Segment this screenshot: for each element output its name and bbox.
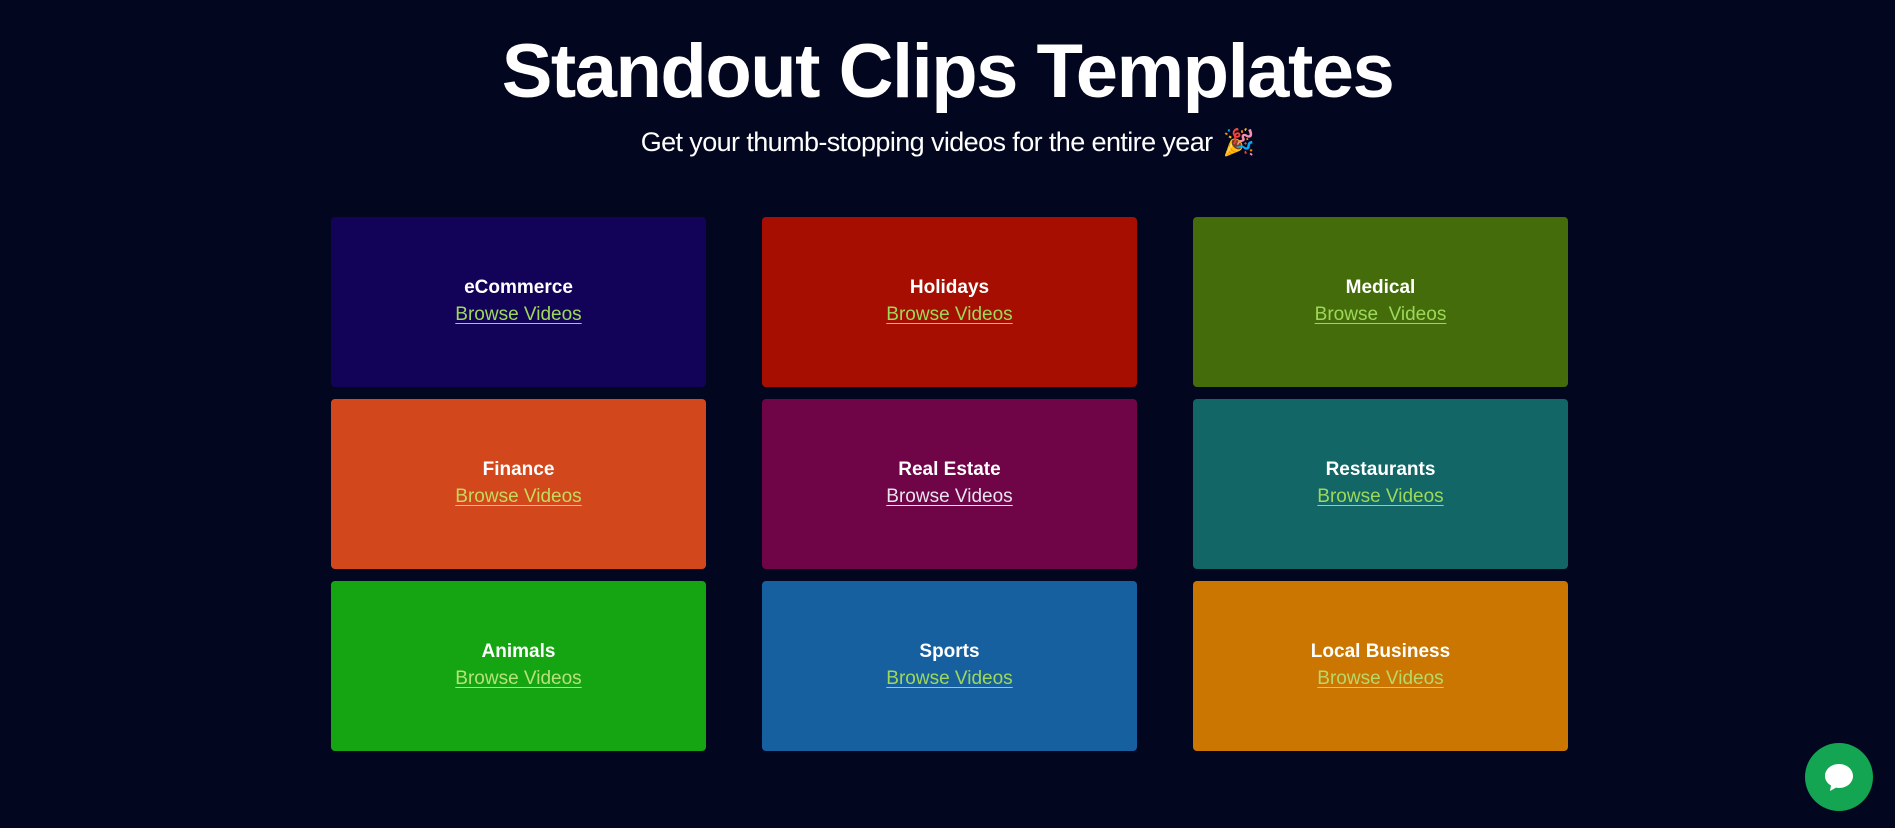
category-title: Local Business [1310,641,1451,662]
page-title: Standout Clips Templates [501,29,1395,114]
category-card-local-business: Local Business Browse Videos [1193,581,1568,751]
page-subtitle: Get your thumb-stopping videos for the e… [0,122,1895,162]
page: Standout Clips Templates Get your thumb-… [0,0,1895,828]
category-card-restaurants: Restaurants Browse Videos [1193,399,1568,569]
category-title: Holidays [909,277,990,298]
browse-videos-link-restaurants[interactable]: Browse Videos [1317,483,1443,511]
category-card-holidays: Holidays Browse Videos [762,217,1137,387]
category-title: Medical [1345,277,1416,298]
category-card-real-estate: Real Estate Browse Videos [762,399,1137,569]
category-title: Real Estate [898,459,1001,480]
category-title: Sports [919,641,980,662]
category-card-ecommerce: eCommerce Browse Videos [331,217,706,387]
chat-bubble-icon [1825,764,1853,791]
category-card-finance: Finance Browse Videos [331,399,706,569]
browse-videos-link-medical[interactable]: Browse Videos [1315,301,1447,329]
category-card-sports: Sports Browse Videos [762,581,1137,751]
category-title: Animals [481,641,556,662]
category-grid: eCommerce Browse Videos Holidays Browse … [331,217,1568,751]
category-title: eCommerce [464,277,573,298]
category-title: Restaurants [1325,459,1436,480]
browse-videos-link-local-business[interactable]: Browse Videos [1317,665,1443,693]
category-title: Finance [482,459,555,480]
party-popper-icon: 🎉 [1222,127,1255,157]
category-card-medical: Medical Browse Videos [1193,217,1568,387]
browse-videos-link-finance[interactable]: Browse Videos [455,483,581,511]
browse-videos-link-sports[interactable]: Browse Videos [886,665,1012,693]
browse-videos-link-real-estate[interactable]: Browse Videos [886,483,1012,511]
browse-videos-link-holidays[interactable]: Browse Videos [886,301,1012,329]
browse-videos-link-ecommerce[interactable]: Browse Videos [455,301,581,329]
chat-button[interactable] [1805,743,1873,811]
browse-videos-link-animals[interactable]: Browse Videos [455,665,581,693]
subtitle-text: Get your thumb-stopping videos for the e… [640,127,1213,157]
category-card-animals: Animals Browse Videos [331,581,706,751]
